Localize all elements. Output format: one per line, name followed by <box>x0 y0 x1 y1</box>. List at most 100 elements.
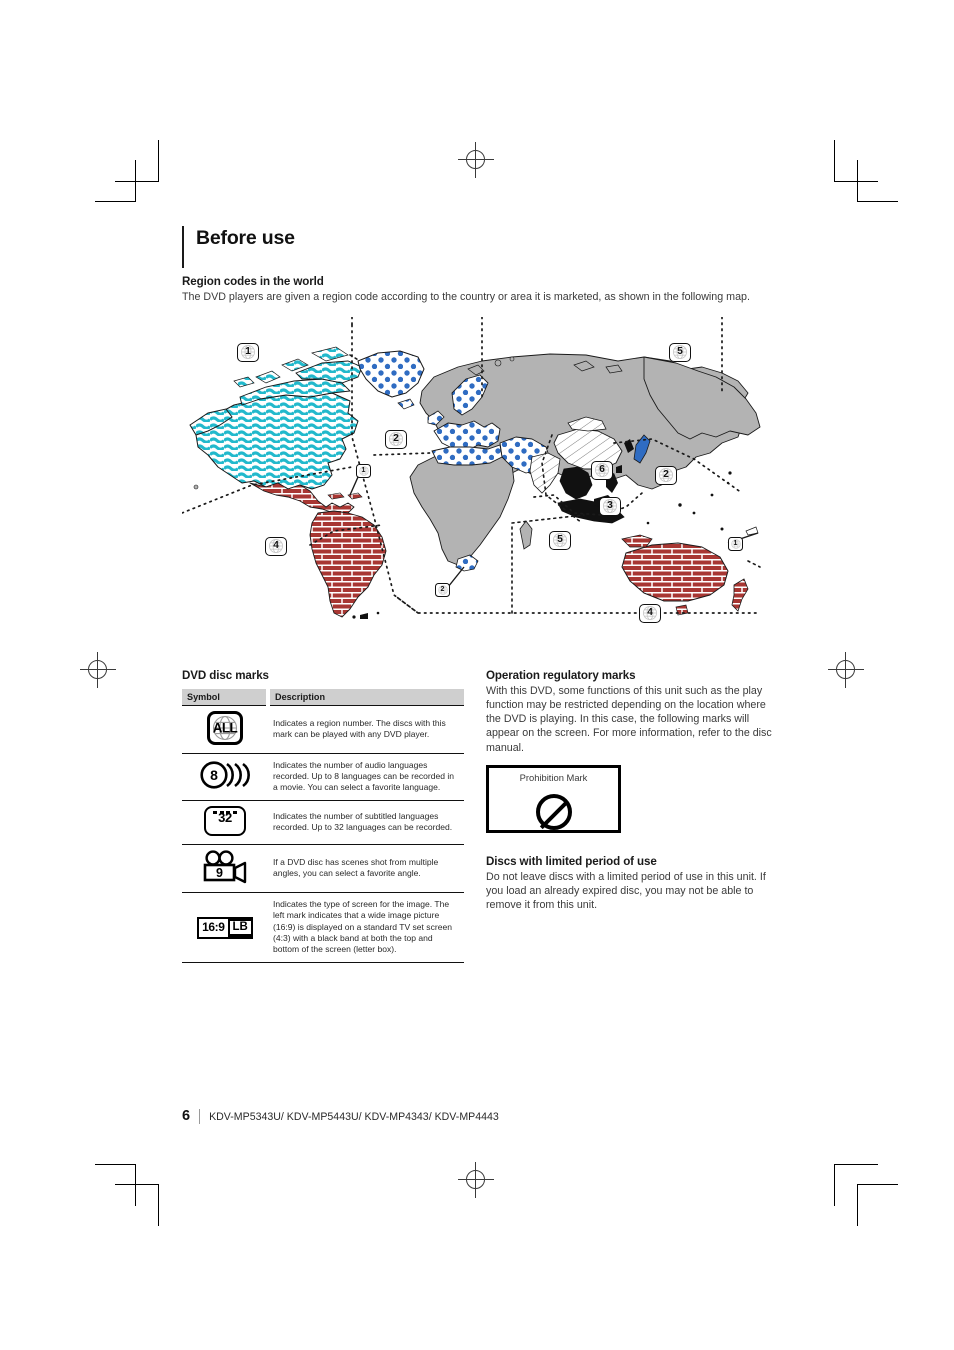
png-region4 <box>621 534 653 548</box>
region-badge-label: 4 <box>647 607 653 619</box>
region-badge-6-china: 6 <box>591 460 613 480</box>
operation-marks-column: Operation regulatory marks With this DVD… <box>486 669 772 913</box>
atlantic-islet-a <box>352 615 356 619</box>
region-badge-4-australia: 4 <box>639 603 661 623</box>
region-badge-4-south-america: 4 <box>265 536 287 556</box>
region-badge-3-southeast-asia: 3 <box>599 496 621 516</box>
prohibition-icon <box>535 793 572 830</box>
dvd-disc-marks-heading: DVD disc marks <box>182 668 269 682</box>
region-badge-2-south-africa: 2 <box>435 582 450 597</box>
content-area: Before use Region codes in the world The… <box>182 225 772 963</box>
operation-marks-body: With this DVD, some functions of this un… <box>486 684 772 754</box>
australia-region4 <box>621 542 729 602</box>
region-badge-label: 2 <box>393 433 399 445</box>
registration-mark-top <box>458 142 494 178</box>
island-gray-b <box>494 359 502 366</box>
page-title-block: Before use <box>182 225 772 269</box>
africa-gray <box>409 448 515 566</box>
falkland-islet <box>360 612 368 619</box>
region-badge-label: 6 <box>599 464 605 476</box>
table-row: 16:9 LB Indicates the type of screen for… <box>182 892 464 963</box>
subtitle-languages-icon: 32 <box>204 806 246 837</box>
symbol-cell: 8 <box>182 753 268 802</box>
column-header-description: Description <box>268 688 464 706</box>
region-badge-2-japan: 2 <box>655 465 677 485</box>
region-badge-2-atlantic: 2 <box>385 429 407 449</box>
pacific-islet-b <box>692 511 696 515</box>
registration-mark-bottom <box>458 1162 494 1198</box>
atlantic-islet-b <box>376 611 380 614</box>
table-row: 9 If a DVD disc has scenes shot from mul… <box>182 844 464 894</box>
letterbox-label: LB <box>232 921 248 934</box>
column-header-symbol: Symbol <box>182 688 270 706</box>
arctic-isle-4-region1 <box>233 376 255 388</box>
operation-marks-heading: Operation regulatory marks <box>486 668 636 682</box>
region-codes-body: The DVD players are given a region code … <box>182 291 750 304</box>
description-cell: Indicates a region number. The discs wit… <box>268 705 464 754</box>
symbol-cell: 32 <box>182 800 268 846</box>
south-america-region4 <box>309 510 387 618</box>
crop-mark-top-left <box>95 140 185 210</box>
region-badge-label: 2 <box>440 586 445 594</box>
region-badge-label: 1 <box>361 467 366 475</box>
page-footer: 6 KDV-MP5343U/ KDV-MP5443U/ KDV-MP4343/ … <box>182 1108 499 1124</box>
page-title: Before use <box>196 227 295 249</box>
region-badge-1-north-america: 1 <box>237 342 259 362</box>
table-row: 8 Indicates the number of audio language… <box>182 753 464 802</box>
audio-languages-count: 8 <box>210 767 218 784</box>
madagascar-gray <box>519 520 533 550</box>
region-badge-label: 4 <box>273 540 279 552</box>
prohibition-mark-label: Prohibition Mark <box>519 771 588 783</box>
audio-languages-icon: 8 <box>199 760 251 790</box>
dvd-disc-marks-column: DVD disc marks Symbol Description ALL In… <box>182 669 464 963</box>
region-badge-1-caribbean: 1 <box>356 463 371 478</box>
multi-angle-icon: 9 <box>202 850 248 884</box>
greenland-east-region2 <box>357 350 425 398</box>
pacific-islet-d <box>728 471 732 475</box>
region-badge-5-indian-ocean: 5 <box>549 530 571 550</box>
region-badge-label: 5 <box>677 346 683 358</box>
registration-mark-right <box>828 652 864 688</box>
arctic-isle-3-region1 <box>311 346 349 362</box>
description-cell: If a DVD disc has scenes shot from multi… <box>268 844 464 894</box>
page-number: 6 <box>182 1108 191 1124</box>
crop-mark-bottom-left <box>95 1155 185 1226</box>
region-all-label: ALL <box>212 719 238 735</box>
letterbox-label-wrap: LB <box>229 916 253 939</box>
pacific-islet-c <box>710 493 714 497</box>
pacific-islet-a <box>678 502 682 507</box>
world-region-map: 1 5 2 6 2 1 3 4 5 1 2 4 <box>182 316 772 647</box>
aspect-ratio-169-label: 16:9 <box>197 916 230 939</box>
prohibition-mark-box: Prohibition Mark <box>486 764 621 833</box>
world-map-svg <box>182 316 761 619</box>
region-badge-1-hawaii: 1 <box>728 536 743 551</box>
arctic-isle-2-region1 <box>281 358 309 372</box>
boundary-greenland-box <box>349 353 361 362</box>
description-cell: Indicates the number of audio languages … <box>268 753 464 802</box>
leader-southafrica <box>447 566 465 588</box>
region-badge-label: 3 <box>607 500 613 512</box>
boundary-europe-africa <box>373 451 431 456</box>
island-gray-c <box>509 356 515 361</box>
page-canvas: Before use Region codes in the world The… <box>0 0 954 1350</box>
leader-caribbean <box>349 476 359 495</box>
new-zealand-region4 <box>731 578 749 612</box>
arctic-isle-1-region1 <box>255 370 281 384</box>
table-row: ALL Indicates a region number. The discs… <box>182 705 464 754</box>
limited-period-heading: Discs with limited period of use <box>486 854 657 868</box>
north-america-region1 <box>195 392 359 490</box>
footer-model-list: KDV-MP5343U/ KDV-MP5443U/ KDV-MP4343/ KD… <box>209 1111 499 1123</box>
description-cell: Indicates the type of screen for the ima… <box>268 892 464 963</box>
limited-period-body: Do not leave discs with a limited period… <box>486 870 766 912</box>
atlantic-islet-c <box>193 484 199 489</box>
region-badge-5-siberia: 5 <box>669 342 691 362</box>
region-all-icon: ALL <box>207 710 243 745</box>
boundary-nz-box <box>747 559 761 568</box>
pacific-islet-g <box>720 527 724 531</box>
symbol-cell: 9 <box>182 844 268 894</box>
subtitle-dots-icon <box>206 811 244 831</box>
pacific-islet-f <box>646 521 650 524</box>
crop-mark-bottom-right <box>808 1155 898 1226</box>
iceland-region2 <box>397 398 415 410</box>
region-badge-label: 1 <box>733 540 738 548</box>
